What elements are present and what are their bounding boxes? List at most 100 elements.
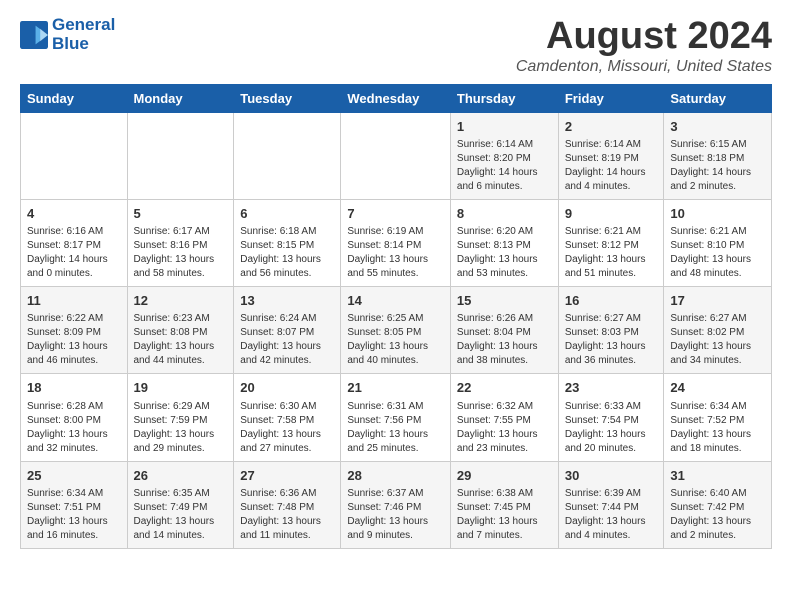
- calendar-cell: 8 Sunrise: 6:20 AM Sunset: 8:13 PM Daylig…: [450, 199, 558, 286]
- header-thursday: Thursday: [450, 84, 558, 112]
- day-number: 12: [134, 292, 228, 310]
- header-wednesday: Wednesday: [341, 84, 451, 112]
- calendar-cell: 10Sunrise: 6:21 AM Sunset: 8:10 PM Dayli…: [664, 199, 772, 286]
- calendar-cell: [127, 112, 234, 199]
- day-number: 29: [457, 467, 552, 485]
- calendar-cell: 7 Sunrise: 6:19 AM Sunset: 8:14 PM Daylig…: [341, 199, 451, 286]
- day-number: 24: [670, 379, 765, 397]
- day-info: Sunrise: 6:21 AM Sunset: 8:12 PM Dayligh…: [565, 225, 658, 281]
- day-number: 23: [565, 379, 658, 397]
- calendar-body: 1 Sunrise: 6:14 AM Sunset: 8:20 PM Daylig…: [21, 112, 772, 548]
- day-info: Sunrise: 6:26 AM Sunset: 8:04 PM Dayligh…: [457, 312, 552, 368]
- day-info: Sunrise: 6:36 AM Sunset: 7:48 PM Dayligh…: [240, 487, 334, 543]
- subtitle: Camdenton, Missouri, United States: [516, 58, 772, 76]
- calendar-cell: 23Sunrise: 6:33 AM Sunset: 7:54 PM Dayli…: [558, 374, 664, 461]
- day-number: 16: [565, 292, 658, 310]
- day-number: 3: [670, 118, 765, 136]
- day-info: Sunrise: 6:25 AM Sunset: 8:05 PM Dayligh…: [347, 312, 444, 368]
- day-number: 11: [27, 292, 121, 310]
- day-number: 18: [27, 379, 121, 397]
- day-number: 25: [27, 467, 121, 485]
- day-info: Sunrise: 6:30 AM Sunset: 7:58 PM Dayligh…: [240, 400, 334, 456]
- header-row: SundayMondayTuesdayWednesdayThursdayFrid…: [21, 84, 772, 112]
- day-number: 19: [134, 379, 228, 397]
- day-info: Sunrise: 6:34 AM Sunset: 7:51 PM Dayligh…: [27, 487, 121, 543]
- calendar-cell: 5 Sunrise: 6:17 AM Sunset: 8:16 PM Daylig…: [127, 199, 234, 286]
- calendar-cell: 18 Sunrise: 6:28 AM Sunset: 8:00 PM Dayli…: [21, 374, 128, 461]
- calendar-cell: 29 Sunrise: 6:38 AM Sunset: 7:45 PM Dayli…: [450, 461, 558, 548]
- header-tuesday: Tuesday: [234, 84, 341, 112]
- day-info: Sunrise: 6:14 AM Sunset: 8:20 PM Dayligh…: [457, 138, 552, 194]
- day-info: Sunrise: 6:31 AM Sunset: 7:56 PM Dayligh…: [347, 400, 444, 456]
- day-info: Sunrise: 6:34 AM Sunset: 7:52 PM Dayligh…: [670, 400, 765, 456]
- day-number: 27: [240, 467, 334, 485]
- day-info: Sunrise: 6:17 AM Sunset: 8:16 PM Dayligh…: [134, 225, 228, 281]
- calendar-cell: 14 Sunrise: 6:25 AM Sunset: 8:05 PM Dayli…: [341, 287, 451, 374]
- day-info: Sunrise: 6:16 AM Sunset: 8:17 PM Dayligh…: [27, 225, 121, 281]
- calendar-cell: 6 Sunrise: 6:18 AM Sunset: 8:15 PM Daylig…: [234, 199, 341, 286]
- day-info: Sunrise: 6:35 AM Sunset: 7:49 PM Dayligh…: [134, 487, 228, 543]
- day-info: Sunrise: 6:29 AM Sunset: 7:59 PM Dayligh…: [134, 400, 228, 456]
- day-info: Sunrise: 6:27 AM Sunset: 8:03 PM Dayligh…: [565, 312, 658, 368]
- calendar-cell: 24 Sunrise: 6:34 AM Sunset: 7:52 PM Dayli…: [664, 374, 772, 461]
- calendar-cell: 27 Sunrise: 6:36 AM Sunset: 7:48 PM Dayli…: [234, 461, 341, 548]
- main-title: August 2024: [516, 16, 772, 58]
- calendar-cell: 22 Sunrise: 6:32 AM Sunset: 7:55 PM Dayli…: [450, 374, 558, 461]
- calendar-cell: [234, 112, 341, 199]
- day-info: Sunrise: 6:27 AM Sunset: 8:02 PM Dayligh…: [670, 312, 765, 368]
- calendar-cell: 30Sunrise: 6:39 AM Sunset: 7:44 PM Dayli…: [558, 461, 664, 548]
- day-number: 21: [347, 379, 444, 397]
- day-number: 1: [457, 118, 552, 136]
- day-info: Sunrise: 6:37 AM Sunset: 7:46 PM Dayligh…: [347, 487, 444, 543]
- header-sunday: Sunday: [21, 84, 128, 112]
- day-info: Sunrise: 6:28 AM Sunset: 8:00 PM Dayligh…: [27, 400, 121, 456]
- calendar-cell: 31Sunrise: 6:40 AM Sunset: 7:42 PM Dayli…: [664, 461, 772, 548]
- day-info: Sunrise: 6:20 AM Sunset: 8:13 PM Dayligh…: [457, 225, 552, 281]
- day-number: 22: [457, 379, 552, 397]
- day-number: 10: [670, 205, 765, 223]
- day-info: Sunrise: 6:18 AM Sunset: 8:15 PM Dayligh…: [240, 225, 334, 281]
- calendar-cell: [341, 112, 451, 199]
- day-number: 14: [347, 292, 444, 310]
- logo-text: General Blue: [52, 16, 115, 53]
- day-number: 2: [565, 118, 658, 136]
- day-info: Sunrise: 6:15 AM Sunset: 8:18 PM Dayligh…: [670, 138, 765, 194]
- calendar-cell: 2Sunrise: 6:14 AM Sunset: 8:19 PM Daylig…: [558, 112, 664, 199]
- day-number: 17: [670, 292, 765, 310]
- calendar-cell: 11Sunrise: 6:22 AM Sunset: 8:09 PM Dayli…: [21, 287, 128, 374]
- calendar-cell: 28 Sunrise: 6:37 AM Sunset: 7:46 PM Dayli…: [341, 461, 451, 548]
- day-number: 4: [27, 205, 121, 223]
- calendar-header: SundayMondayTuesdayWednesdayThursdayFrid…: [21, 84, 772, 112]
- header-saturday: Saturday: [664, 84, 772, 112]
- day-number: 8: [457, 205, 552, 223]
- week-row-5: 25 Sunrise: 6:34 AM Sunset: 7:51 PM Dayli…: [21, 461, 772, 548]
- calendar-cell: 21 Sunrise: 6:31 AM Sunset: 7:56 PM Dayli…: [341, 374, 451, 461]
- page-header: General Blue August 2024 Camdenton, Miss…: [20, 16, 772, 76]
- day-info: Sunrise: 6:32 AM Sunset: 7:55 PM Dayligh…: [457, 400, 552, 456]
- calendar-cell: 16 Sunrise: 6:27 AM Sunset: 8:03 PM Dayli…: [558, 287, 664, 374]
- calendar-cell: 4 Sunrise: 6:16 AM Sunset: 8:17 PM Daylig…: [21, 199, 128, 286]
- day-info: Sunrise: 6:38 AM Sunset: 7:45 PM Dayligh…: [457, 487, 552, 543]
- logo-icon: [20, 21, 48, 49]
- day-info: Sunrise: 6:39 AM Sunset: 7:44 PM Dayligh…: [565, 487, 658, 543]
- title-block: August 2024 Camdenton, Missouri, United …: [516, 16, 772, 76]
- week-row-3: 11Sunrise: 6:22 AM Sunset: 8:09 PM Dayli…: [21, 287, 772, 374]
- day-info: Sunrise: 6:19 AM Sunset: 8:14 PM Dayligh…: [347, 225, 444, 281]
- day-number: 7: [347, 205, 444, 223]
- day-number: 28: [347, 467, 444, 485]
- day-number: 13: [240, 292, 334, 310]
- calendar-cell: 9 Sunrise: 6:21 AM Sunset: 8:12 PM Daylig…: [558, 199, 664, 286]
- day-number: 6: [240, 205, 334, 223]
- day-number: 31: [670, 467, 765, 485]
- logo: General Blue: [20, 16, 115, 53]
- calendar-cell: 17 Sunrise: 6:27 AM Sunset: 8:02 PM Dayli…: [664, 287, 772, 374]
- calendar-cell: 13Sunrise: 6:24 AM Sunset: 8:07 PM Dayli…: [234, 287, 341, 374]
- day-number: 15: [457, 292, 552, 310]
- day-number: 9: [565, 205, 658, 223]
- calendar-cell: 3 Sunrise: 6:15 AM Sunset: 8:18 PM Daylig…: [664, 112, 772, 199]
- week-row-4: 18 Sunrise: 6:28 AM Sunset: 8:00 PM Dayli…: [21, 374, 772, 461]
- header-friday: Friday: [558, 84, 664, 112]
- day-number: 5: [134, 205, 228, 223]
- calendar-cell: 19 Sunrise: 6:29 AM Sunset: 7:59 PM Dayli…: [127, 374, 234, 461]
- calendar-cell: 15 Sunrise: 6:26 AM Sunset: 8:04 PM Dayli…: [450, 287, 558, 374]
